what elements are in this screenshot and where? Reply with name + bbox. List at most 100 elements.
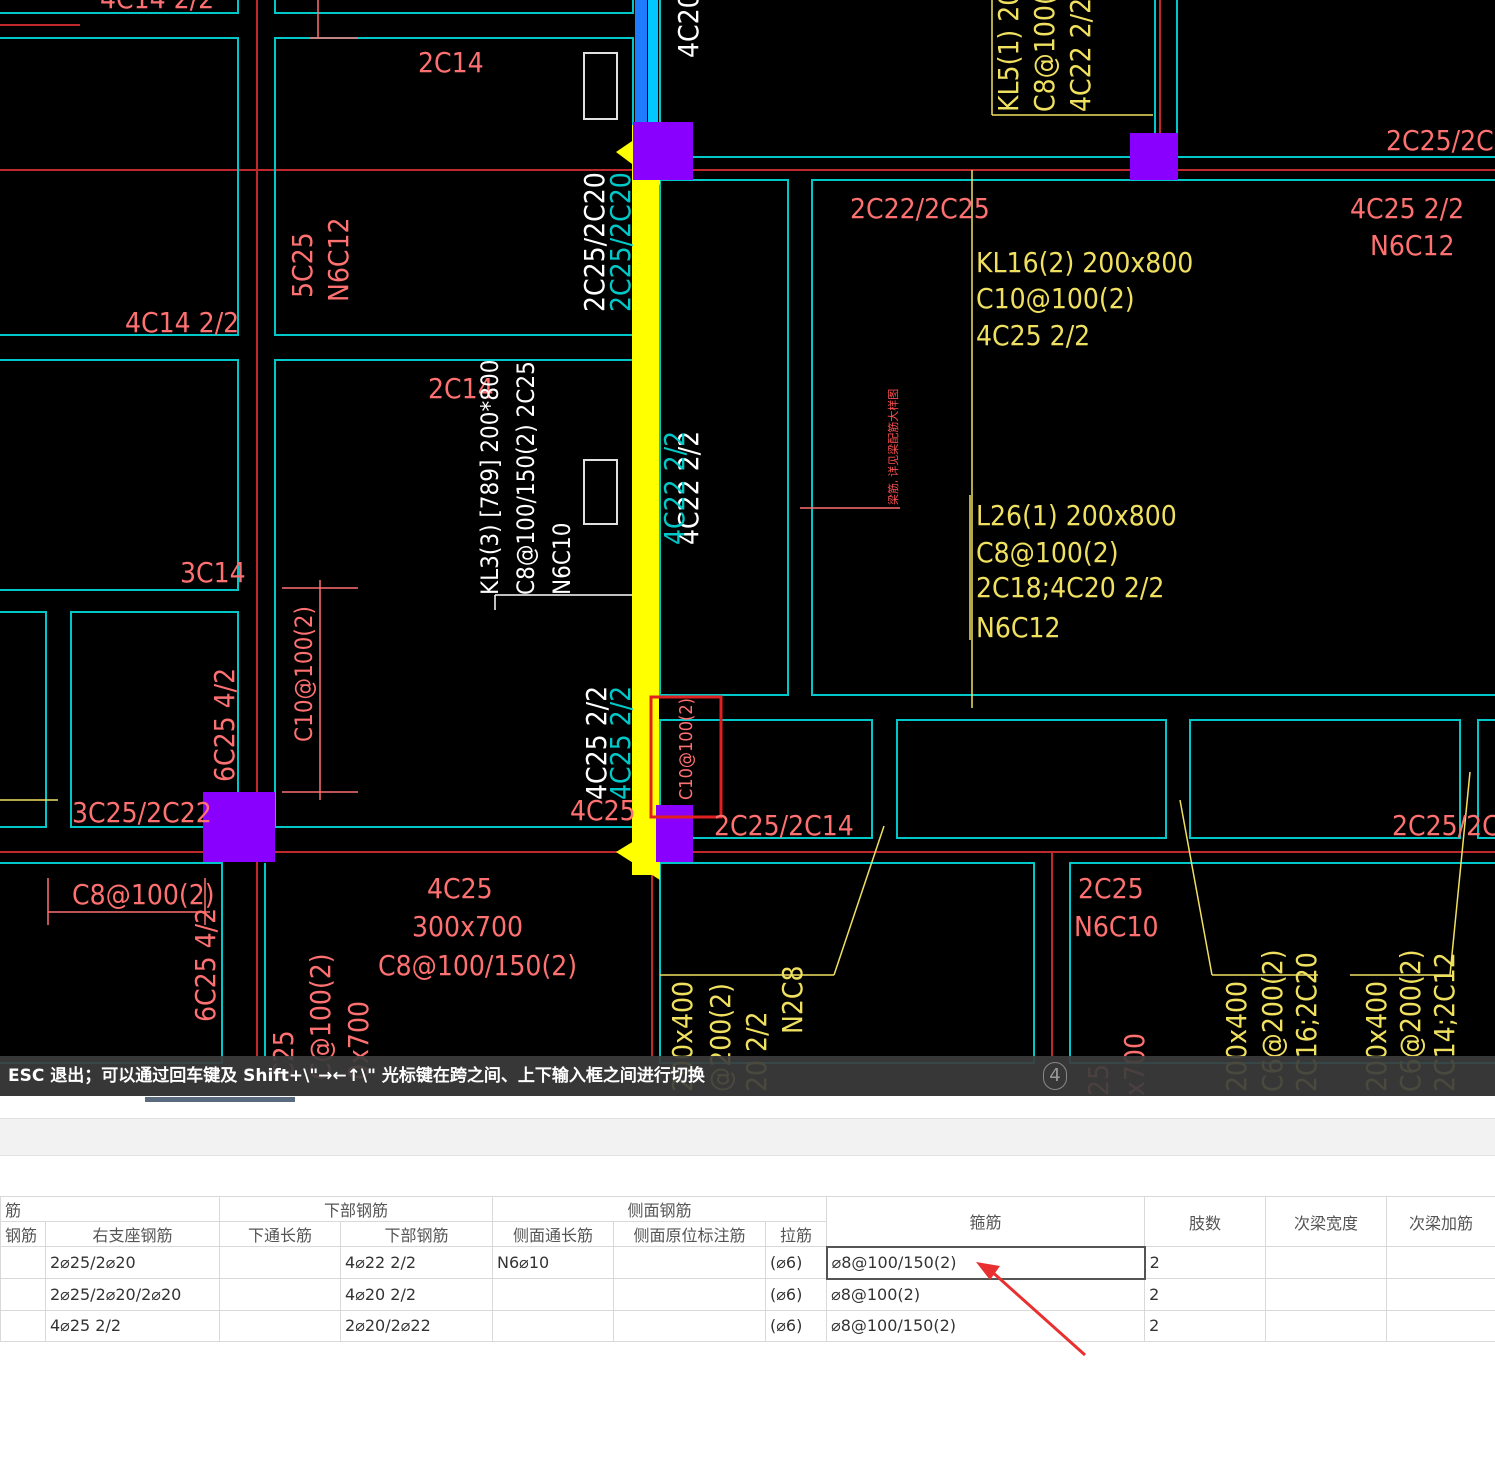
cell[interactable] xyxy=(0,1309,46,1342)
label: C10@100(2) xyxy=(976,282,1135,315)
label: 3C25/2C22 xyxy=(72,796,212,829)
label: 2C25/2C20 xyxy=(604,172,637,312)
table-row[interactable]: 2⌀25/2⌀20 4⌀22 2/2 N6⌀10 (⌀6) ⌀8@100/150… xyxy=(0,1245,1495,1280)
cell[interactable] xyxy=(492,1278,615,1311)
horizontal-scrollbar-thumb[interactable] xyxy=(145,1097,295,1102)
drawing-labels: 4C14 2/2 2C14 4C20 KL5(1) 200 C8@100(2) … xyxy=(72,0,1495,1096)
status-message: ESC 退出；可以通过回车键及 Shift+\"→←↑\" 光标键在跨之间、上下… xyxy=(8,1066,705,1086)
cad-canvas[interactable]: 4C14 2/2 2C14 4C20 KL5(1) 200 C8@100(2) … xyxy=(0,0,1495,1096)
cell[interactable] xyxy=(219,1309,342,1342)
cell[interactable]: ⌀8@100/150(2) xyxy=(826,1309,1146,1342)
header-side-long[interactable]: 侧面通长筋 xyxy=(492,1221,615,1247)
cell[interactable] xyxy=(1265,1278,1388,1311)
beam-top-lines xyxy=(635,0,658,125)
cell[interactable]: N6⌀10 xyxy=(492,1246,615,1279)
cell[interactable] xyxy=(0,1278,46,1311)
cell[interactable] xyxy=(219,1278,342,1311)
label: 6C25 4/2 xyxy=(208,668,241,782)
label: 梁筋, 详见梁配筋大样图 xyxy=(886,389,900,505)
cell[interactable]: (⌀6) xyxy=(765,1246,828,1279)
label: L26(1) 200x800 xyxy=(976,499,1177,532)
label: KL3(3) [789] 200*800 xyxy=(476,360,504,595)
cell[interactable]: 2 xyxy=(1144,1278,1267,1311)
cad-drawing[interactable]: 4C14 2/2 2C14 4C20 KL5(1) 200 C8@100(2) … xyxy=(0,0,1495,1096)
header-bottom-rebar: 下部钢筋 xyxy=(219,1196,494,1222)
table-row[interactable]: 2⌀25/2⌀20/2⌀20 4⌀20 2/2 (⌀6) ⌀8@100(2) 2 xyxy=(0,1278,1495,1311)
cell[interactable] xyxy=(613,1309,767,1342)
header-secondary-beam-width[interactable]: 次梁宽度 xyxy=(1265,1196,1388,1247)
label: 2C25/2C1 xyxy=(1392,809,1495,842)
label: C8@100(2) xyxy=(72,878,215,911)
header-stirrup[interactable]: 箍筋 xyxy=(826,1196,1146,1247)
label: N6C10 xyxy=(1074,910,1159,943)
cell[interactable]: 2 xyxy=(1144,1246,1267,1279)
cell[interactable]: 4⌀22 2/2 xyxy=(340,1246,494,1279)
cell[interactable]: (⌀6) xyxy=(765,1278,828,1311)
header-secondary-beam-bars[interactable]: 次梁加筋 xyxy=(1386,1196,1495,1247)
label: 4C14 2/2 xyxy=(100,0,214,15)
cell[interactable] xyxy=(1386,1246,1495,1279)
label: N6C12 xyxy=(976,611,1061,644)
table-group-header-row: 筋 下部钢筋 侧面钢筋 箍筋 肢数 次梁宽度 次梁加筋 xyxy=(0,1196,1495,1247)
cell[interactable]: 4⌀25 2/2 xyxy=(44,1309,221,1342)
header-legs[interactable]: 肢数 xyxy=(1144,1196,1267,1247)
cell[interactable] xyxy=(492,1309,615,1342)
label: 4C22 2/2 xyxy=(658,431,691,545)
cell[interactable] xyxy=(613,1246,767,1279)
label: KL5(1) 200 xyxy=(992,0,1025,112)
label: 2C25 xyxy=(1078,872,1144,905)
toolbar-strip xyxy=(0,1118,1495,1156)
cell[interactable] xyxy=(1265,1246,1388,1279)
label: 2C14 xyxy=(418,46,484,79)
command-status-bar: ESC 退出；可以通过回车键及 Shift+\"→←↑\" 光标键在跨之间、上下… xyxy=(0,1056,1495,1096)
label: 4C20 xyxy=(672,0,705,58)
cell[interactable]: 2 xyxy=(1144,1309,1267,1342)
beam-rebar-table[interactable]: 筋 下部钢筋 侧面钢筋 箍筋 肢数 次梁宽度 次梁加筋 钢筋 右支座钢筋 下通长… xyxy=(0,1196,1495,1342)
cell[interactable]: (⌀6) xyxy=(765,1309,828,1342)
label: KL16(2) 200x800 xyxy=(976,246,1193,279)
label: 300x700 xyxy=(412,910,523,943)
label: C10@100(2) xyxy=(290,606,318,742)
label: N6C12 xyxy=(1370,229,1455,262)
label: 4C25 2/2 xyxy=(604,686,637,800)
header-bottom[interactable]: 下部钢筋 xyxy=(340,1221,494,1247)
label: 3C14 xyxy=(180,556,246,589)
header-side-in-situ[interactable]: 侧面原位标注筋 xyxy=(613,1221,767,1247)
label: 4C14 2/2 xyxy=(125,306,239,339)
stirrup-cell-active[interactable]: ⌀8@100/150(2) xyxy=(825,1245,1146,1280)
label: C8@100(2) xyxy=(1028,0,1061,112)
label: N6C10 xyxy=(548,523,576,595)
label: 6C25 4/2 xyxy=(189,908,222,1022)
cell[interactable] xyxy=(0,1246,46,1279)
header-rebar[interactable]: 钢筋 xyxy=(0,1221,46,1247)
dimension-lines xyxy=(47,0,900,925)
axis-lines xyxy=(0,0,1495,1056)
label: 4C25 2/2 xyxy=(976,319,1090,352)
label: 2C25/2C14 xyxy=(714,809,854,842)
cell[interactable] xyxy=(219,1246,342,1279)
header-right-support[interactable]: 右支座钢筋 xyxy=(44,1221,221,1247)
cell[interactable] xyxy=(1265,1309,1388,1342)
cell[interactable]: 2⌀25/2⌀20/2⌀20 xyxy=(44,1278,221,1311)
label: C10@100(2) xyxy=(676,698,697,800)
cell[interactable]: 4⌀20 2/2 xyxy=(340,1278,494,1311)
cell[interactable] xyxy=(1386,1278,1495,1311)
cell[interactable] xyxy=(613,1278,767,1311)
label: N6C12 xyxy=(322,217,355,302)
status-badge: 4 xyxy=(1043,1062,1067,1090)
label: C8@100/150(2) xyxy=(378,949,577,982)
table-row[interactable]: 4⌀25 2/2 2⌀20/2⌀22 (⌀6) ⌀8@100/150(2) 2 xyxy=(0,1309,1495,1342)
label: C8@100(2) xyxy=(976,536,1119,569)
cell[interactable] xyxy=(1386,1309,1495,1342)
header-tie[interactable]: 拉筋 xyxy=(765,1221,828,1247)
label: 4C22 2/2 xyxy=(1064,0,1097,112)
header-bottom-long[interactable]: 下通长筋 xyxy=(219,1221,342,1247)
cell[interactable]: 2⌀25/2⌀20 xyxy=(44,1246,221,1279)
label: 2C18;4C20 2/2 xyxy=(976,571,1164,604)
label: N2C8 xyxy=(776,966,809,1034)
header-side-rebar: 侧面钢筋 xyxy=(492,1196,828,1222)
label: 5C25 xyxy=(286,232,319,298)
cell[interactable]: ⌀8@100(2) xyxy=(826,1278,1146,1311)
cell[interactable]: 2⌀20/2⌀22 xyxy=(340,1309,494,1342)
header-top-rebar: 筋 xyxy=(0,1196,221,1222)
